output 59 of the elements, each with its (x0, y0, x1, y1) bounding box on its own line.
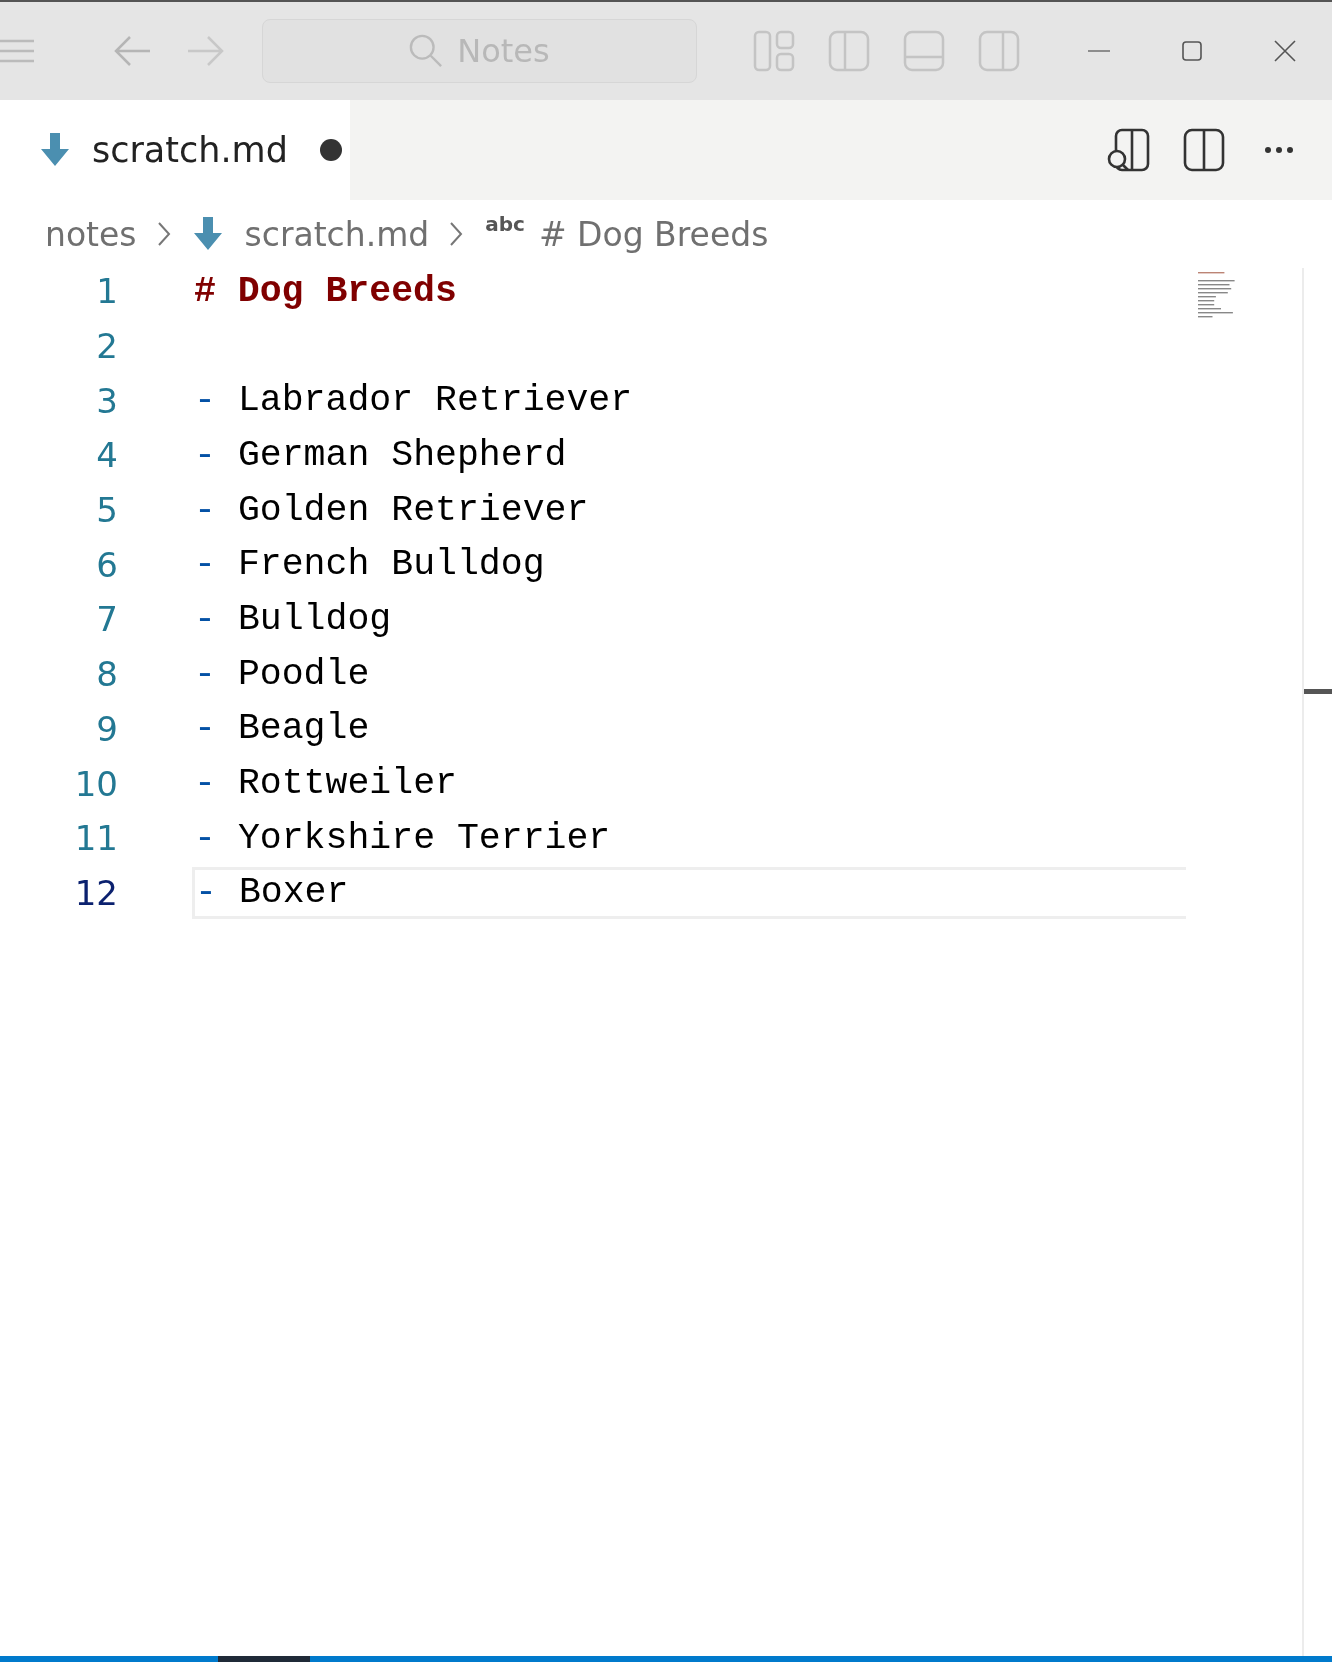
list-marker: - (195, 872, 217, 914)
list-item-text: German Shepherd (237, 434, 567, 476)
sidebar-left-icon[interactable] (828, 30, 870, 72)
line-number: 12 (73, 872, 118, 913)
list-marker: - (194, 489, 216, 531)
line-number: 7 (95, 599, 118, 640)
editor-tab[interactable]: scratch.md (0, 100, 350, 200)
close-icon[interactable] (1274, 40, 1296, 62)
line-number: 3 (95, 380, 118, 421)
line-number: 8 (95, 654, 118, 695)
list-marker: - (194, 817, 216, 859)
preview-icon[interactable] (1106, 128, 1150, 172)
list-marker: - (194, 653, 216, 695)
list-item-text: Golden Retriever (237, 489, 589, 531)
line-number: 1 (95, 271, 118, 312)
list-item-text: Yorkshire Terrier (237, 817, 611, 859)
line-number: 11 (73, 818, 118, 859)
layout-grid-icon[interactable] (753, 30, 795, 72)
symbol-icon: abc (485, 212, 525, 236)
forward-arrow-icon[interactable] (186, 34, 226, 68)
more-icon[interactable] (1264, 146, 1294, 154)
line-number: 10 (73, 763, 118, 804)
panel-bottom-icon[interactable] (903, 30, 945, 72)
list-item-text: Poodle (237, 653, 370, 695)
list-marker: - (194, 763, 216, 805)
search-icon (409, 34, 444, 68)
line-number: 4 (95, 435, 118, 476)
line-number: 5 (95, 490, 118, 531)
chevron-right-icon (156, 221, 171, 247)
list-item-text: Labrador Retriever (237, 380, 633, 422)
list-marker: - (194, 434, 216, 476)
list-item-text: Boxer (238, 872, 349, 914)
menu-icon[interactable] (0, 38, 34, 64)
tab-label: scratch.md (92, 130, 288, 170)
status-bar-item[interactable] (218, 1656, 310, 1662)
list-item-text: Beagle (237, 708, 370, 750)
scroll-position-marker (1304, 689, 1332, 694)
markdown-file-icon (192, 217, 223, 251)
list-marker: - (194, 544, 216, 586)
list-item-text: French Bulldog (237, 544, 545, 586)
chevron-right-icon (449, 221, 464, 247)
split-editor-icon[interactable] (1182, 128, 1226, 172)
sidebar-right-icon[interactable] (978, 30, 1020, 72)
breadcrumb-item[interactable]: scratch.md (244, 214, 430, 254)
list-marker: - (194, 708, 216, 750)
list-marker: - (194, 598, 216, 640)
heading-text: # Dog Breeds (194, 270, 457, 312)
line-number: 6 (95, 544, 118, 585)
breadcrumb-item[interactable]: # Dog Breeds (538, 214, 769, 254)
unsaved-dot-icon[interactable] (319, 139, 342, 161)
line-number: 2 (95, 326, 118, 367)
list-marker: - (194, 380, 216, 422)
maximize-icon[interactable] (1181, 40, 1203, 62)
breadcrumb-item[interactable]: notes (45, 214, 137, 254)
markdown-file-icon (40, 133, 70, 167)
list-item-text: Rottweiler (237, 763, 457, 805)
list-item-text: Bulldog (237, 598, 392, 640)
line-number: 9 (95, 708, 118, 749)
back-arrow-icon[interactable] (112, 34, 152, 68)
